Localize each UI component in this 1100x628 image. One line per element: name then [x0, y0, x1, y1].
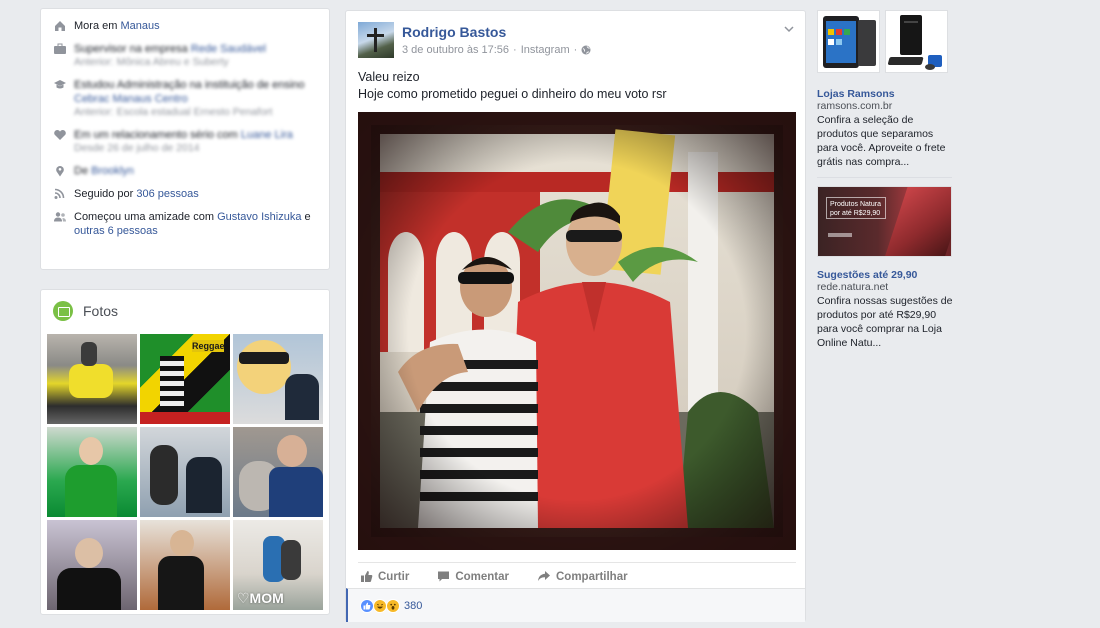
about-item-hometown: De Brooklyn — [53, 164, 317, 178]
share-arrow-icon — [538, 571, 550, 581]
photos-card: Fotos Reggae ♡MOM — [40, 289, 330, 615]
author-avatar[interactable] — [358, 22, 394, 58]
rss-icon — [54, 188, 65, 199]
photo-thumb[interactable] — [233, 334, 323, 424]
work-link[interactable]: Rede Saudável — [191, 43, 266, 55]
share-button[interactable]: Compartilhar — [537, 570, 628, 583]
ad-title[interactable]: Sugestões até 29,90 — [817, 269, 917, 281]
globe-icon[interactable] — [581, 45, 591, 55]
ad-image-natura-banner[interactable]: Produtos Natura por até R$29,90 — [817, 186, 952, 257]
post-actions: Curtir Comentar Compartilhar — [358, 562, 796, 590]
post-meta: 3 de outubro às 17:56 · Instagram · — [402, 43, 591, 57]
hometown-link[interactable]: Brooklyn — [91, 165, 134, 177]
post-source[interactable]: Instagram — [521, 43, 570, 57]
about-card: Mora em Manaus Supervisor na empresa Red… — [40, 8, 330, 270]
location-pin-icon — [56, 166, 64, 177]
about-item-work: Supervisor na empresa Rede Saudável Ante… — [53, 42, 317, 69]
photo-thumb[interactable] — [47, 427, 137, 517]
ad-title[interactable]: Lojas Ramsons — [817, 88, 895, 100]
about-item-followers: Seguido por 306 pessoas — [53, 187, 317, 201]
photo-thumb[interactable]: Reggae — [140, 334, 230, 424]
home-icon — [55, 21, 65, 31]
ad-description[interactable]: Confira nossas sugestões de produtos por… — [817, 294, 957, 350]
graduation-cap-icon — [54, 80, 66, 89]
education-link[interactable]: Cebrac Manaus Centro — [74, 93, 188, 105]
ad-domain[interactable]: rede.natura.net — [817, 281, 888, 293]
post-text: Valeu reizo Hoje como prometido peguei o… — [358, 70, 667, 101]
post-photo[interactable] — [358, 112, 796, 550]
comment-button[interactable]: Comentar — [437, 570, 509, 583]
about-item-relationship: Em um relacionamento sério com Luane Lir… — [53, 128, 317, 155]
photos-grid: Reggae ♡MOM — [47, 334, 323, 610]
photo-thumb-caption: ♡MOM — [237, 590, 284, 606]
ad-domain[interactable]: ramsons.com.br — [817, 100, 892, 112]
reactions-bar[interactable]: 380 — [346, 588, 805, 622]
heart-icon — [54, 130, 66, 140]
photos-title: Fotos — [83, 303, 119, 319]
photo-thumb[interactable] — [233, 427, 323, 517]
reaction-count[interactable]: 380 — [404, 600, 422, 612]
briefcase-icon — [54, 43, 66, 54]
photo-thumb[interactable] — [140, 520, 230, 610]
residence-link[interactable]: Manaus — [120, 20, 159, 32]
ad-image-desktop[interactable] — [885, 10, 948, 73]
ad-banner-text: Produtos Natura por até R$29,90 — [826, 197, 886, 219]
thumbs-up-icon — [361, 571, 373, 582]
post-photo-illustration — [358, 112, 796, 550]
photos-header[interactable]: Fotos — [53, 300, 323, 322]
natura-logo-mark — [828, 233, 852, 237]
ad-description[interactable]: Confira a seleção de produtos que separa… — [817, 113, 957, 169]
photo-thumb[interactable]: ♡MOM — [233, 520, 323, 610]
wow-reaction-icon — [386, 598, 400, 613]
photo-thumb[interactable] — [140, 427, 230, 517]
post-card: Rodrigo Bastos 3 de outubro às 17:56 · I… — [345, 10, 806, 622]
author-name[interactable]: Rodrigo Bastos — [402, 23, 591, 41]
chevron-down-icon[interactable] — [783, 23, 795, 35]
like-button[interactable]: Curtir — [360, 570, 409, 583]
about-item-friendship: Começou uma amizade com Gustavo Ishizuka… — [53, 210, 317, 238]
like-reaction-icon — [360, 598, 374, 613]
friend-link[interactable]: Gustavo Ishizuka — [217, 211, 301, 223]
about-item-education: Estudou Administração na instituição de … — [53, 78, 317, 119]
photos-icon — [53, 301, 73, 321]
photo-thumb[interactable] — [47, 334, 137, 424]
post-header: Rodrigo Bastos 3 de outubro às 17:56 · I… — [358, 22, 591, 58]
ad-image-tablet[interactable] — [817, 10, 880, 73]
photo-thumb[interactable] — [47, 520, 137, 610]
ad-separator — [817, 177, 952, 178]
post-date[interactable]: 3 de outubro às 17:56 — [402, 43, 509, 57]
about-item-residence: Mora em Manaus — [53, 19, 317, 33]
other-friends-link[interactable]: outras 6 pessoas — [74, 225, 158, 237]
haha-reaction-icon — [373, 598, 387, 613]
comment-icon — [438, 571, 450, 582]
relationship-link[interactable]: Luane Lira — [241, 129, 293, 141]
friends-icon — [54, 212, 66, 222]
followers-link[interactable]: 306 pessoas — [136, 188, 198, 200]
